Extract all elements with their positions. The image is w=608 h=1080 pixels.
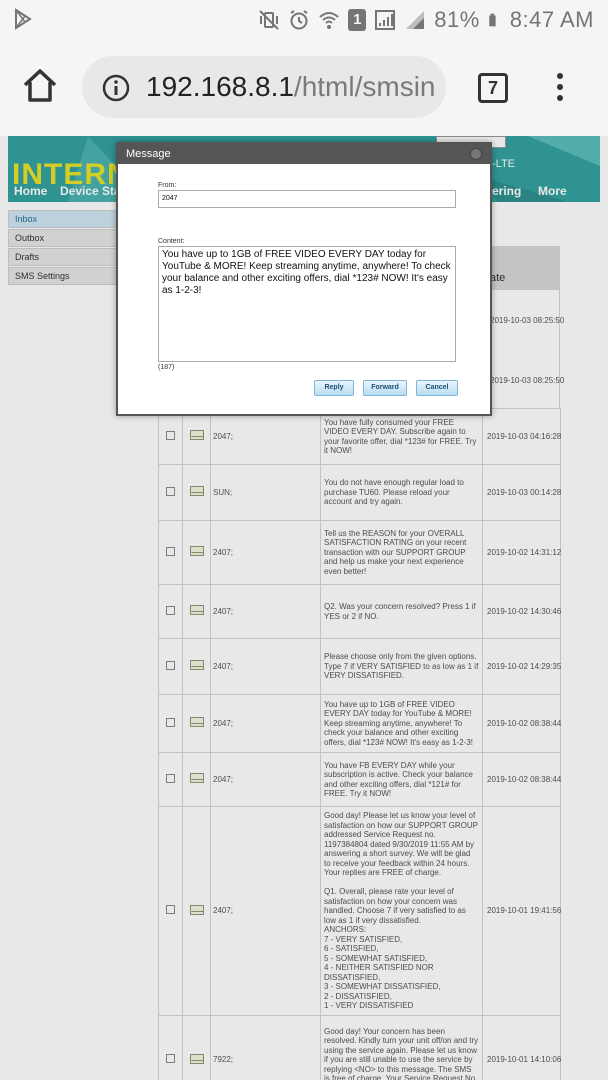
content-textarea[interactable]: You have up to 1GB of FREE VIDEO EVERY D…: [158, 246, 456, 362]
url-text[interactable]: 192.168.8.1/html/smsinb: [146, 71, 436, 103]
browser-toolbar: 192.168.8.1/html/smsinb 7: [0, 40, 608, 136]
url-host: 192.168.8.1: [146, 71, 294, 102]
content-label: Content:: [158, 238, 185, 245]
tab-switcher-button[interactable]: 7: [478, 73, 508, 103]
url-path: /html/smsinb: [293, 71, 436, 102]
home-icon[interactable]: [22, 68, 58, 104]
reply-button[interactable]: Reply: [314, 380, 354, 396]
mute-vibrate-icon: [259, 10, 279, 30]
close-icon[interactable]: [470, 148, 482, 160]
alarm-icon: [290, 10, 308, 30]
battery-icon: [489, 13, 496, 27]
dialog-title: Message: [118, 144, 490, 164]
info-icon[interactable]: [102, 74, 130, 102]
status-bar: 1 81% 8:47 AM: [0, 0, 608, 40]
message-dialog: Message From: 2047 Content: You have up …: [116, 142, 492, 416]
char-count: (187): [158, 364, 175, 371]
wifi-icon: [319, 12, 339, 29]
sim-icon: 1: [348, 9, 367, 31]
clock: 8:47 AM: [509, 7, 594, 32]
play-store-icon: [15, 8, 32, 30]
more-menu-icon[interactable]: [550, 70, 570, 106]
battery-percent: 81%: [434, 7, 480, 32]
cancel-button[interactable]: Cancel: [416, 380, 458, 396]
from-field[interactable]: 2047: [158, 190, 456, 208]
signal-icon-2: [406, 11, 425, 29]
address-bar[interactable]: 192.168.8.1/html/smsinb: [82, 56, 446, 118]
from-label: From:: [158, 182, 177, 189]
forward-button[interactable]: Forward: [363, 380, 407, 396]
signal-icon: [375, 10, 396, 30]
